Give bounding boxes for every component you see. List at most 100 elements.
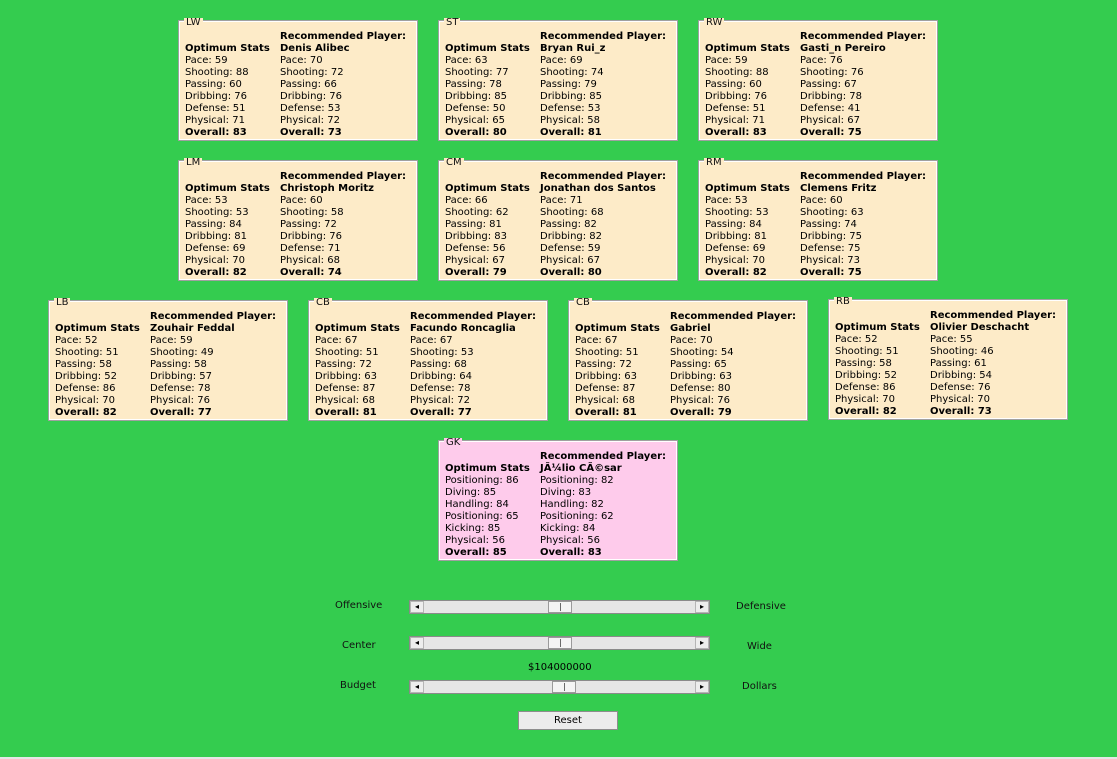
recommended-player-name: Bryan Rui_z — [540, 43, 606, 54]
recommended-stat: Defense: 53 — [280, 103, 341, 114]
optimum-stats-column: Optimum Stats Pace: 52 Shooting: 51 Passing… — [55, 323, 140, 419]
recommended-stat: Defense: 71 — [280, 243, 341, 254]
recommended-player-column: Recommended Player: Gabriel Pace: 70 Shooti… — [670, 311, 796, 419]
recommended-player-heading: Recommended Player: — [280, 171, 407, 182]
optimum-stats-heading: Optimum Stats — [445, 43, 530, 54]
optimum-stat: Defense: 86 — [835, 382, 896, 393]
optimum-stats-column: Optimum Stats Pace: 63 Shooting: 77 Passing… — [445, 43, 530, 139]
optimum-stat: Physical: 71 — [705, 115, 765, 126]
slider-left-arrow-icon[interactable]: ◂ — [410, 637, 424, 649]
recommended-stat: Passing: 58 — [150, 359, 207, 370]
optimum-stat: Shooting: 53 — [705, 207, 769, 218]
optimum-stat: Shooting: 88 — [705, 67, 769, 78]
position-label: RW — [704, 17, 725, 28]
optimum-stat: Shooting: 51 — [575, 347, 639, 358]
recommended-stat: Shooting: 46 — [930, 346, 994, 357]
position-label: LB — [54, 297, 71, 308]
recommended-stat: Defense: 78 — [410, 383, 471, 394]
center-wide-slider[interactable]: ◂ ▸ — [409, 636, 710, 650]
optimum-stat: Passing: 84 — [185, 219, 242, 230]
panel-cb-left: CB Optimum Stats Pace: 67 Shooting: 51 Passi… — [308, 297, 548, 421]
position-label: CB — [314, 297, 332, 308]
optimum-stat: Passing: 78 — [445, 79, 502, 90]
recommended-stat: Shooting: 72 — [280, 67, 344, 78]
recommended-player-column: Recommended Player: Facundo Roncaglia Pace… — [410, 311, 536, 419]
optimum-stat: Physical: 67 — [445, 255, 505, 266]
recommended-stat: Passing: 72 — [280, 219, 337, 230]
optimum-stat: Kicking: 85 — [445, 523, 501, 534]
recommended-stat: Physical: 58 — [540, 115, 600, 126]
optimum-stats-column: Optimum Stats Pace: 59 Shooting: 88 Passing… — [185, 43, 270, 139]
optimum-stat: Positioning: 86 — [445, 475, 519, 486]
recommended-stat: Dribbing: 76 — [280, 231, 343, 242]
slider-left-arrow-icon[interactable]: ◂ — [410, 601, 424, 613]
optimum-overall: Overall: 82 — [835, 406, 897, 417]
optimum-stat: Physical: 70 — [835, 394, 895, 405]
panel-rb: RB Optimum Stats Pace: 52 Shooting: 51 Passi… — [828, 296, 1068, 420]
recommended-stat: Dribbing: 64 — [410, 371, 473, 382]
optimum-stat: Shooting: 51 — [55, 347, 119, 358]
recommended-player-column: Recommended Player: JÃ¼lio CÃ©sar Position… — [540, 451, 666, 559]
optimum-overall: Overall: 82 — [705, 267, 767, 278]
recommended-stat: Dribbing: 54 — [930, 370, 993, 381]
recommended-stat: Shooting: 68 — [540, 207, 604, 218]
recommended-player-name: JÃ¼lio CÃ©sar — [540, 463, 622, 474]
recommended-player-heading: Recommended Player: — [800, 31, 927, 42]
optimum-overall: Overall: 80 — [445, 127, 507, 138]
slider-thumb[interactable] — [548, 601, 572, 613]
recommended-stat: Physical: 76 — [670, 395, 730, 406]
optimum-stat: Pace: 52 — [835, 334, 878, 345]
panel-st: ST Optimum Stats Pace: 63 Shooting: 77 Passi… — [438, 17, 678, 141]
slider-right-arrow-icon[interactable]: ▸ — [695, 681, 709, 693]
recommended-stat: Defense: 53 — [540, 103, 601, 114]
recommended-stat: Physical: 70 — [930, 394, 990, 405]
recommended-stat: Defense: 41 — [800, 103, 861, 114]
optimum-stats-heading: Optimum Stats — [575, 323, 660, 334]
recommended-stat: Passing: 82 — [540, 219, 597, 230]
recommended-stat: Pace: 70 — [670, 335, 713, 346]
optimum-stat: Shooting: 51 — [835, 346, 899, 357]
recommended-stat: Dribbing: 85 — [540, 91, 603, 102]
optimum-overall: Overall: 81 — [575, 407, 637, 418]
slider-right-arrow-icon[interactable]: ▸ — [695, 637, 709, 649]
position-label: RM — [704, 157, 724, 168]
recommended-stat: Passing: 65 — [670, 359, 727, 370]
recommended-stat: Passing: 66 — [280, 79, 337, 90]
optimum-stat: Physical: 71 — [185, 115, 245, 126]
optimum-stat: Passing: 84 — [705, 219, 762, 230]
recommended-player-name: Zouhair Feddal — [150, 323, 235, 334]
optimum-stat: Dribbing: 81 — [185, 231, 248, 242]
optimum-stat: Handling: 84 — [445, 499, 509, 510]
recommended-overall: Overall: 77 — [410, 407, 472, 418]
optimum-stats-column: Optimum Stats Positioning: 86 Diving: 85 Ha… — [445, 463, 530, 559]
dollars-label: Dollars — [742, 681, 777, 692]
recommended-stat: Physical: 72 — [280, 115, 340, 126]
slider-thumb[interactable] — [548, 637, 572, 649]
position-label: ST — [444, 17, 461, 28]
recommended-stat: Shooting: 54 — [670, 347, 734, 358]
optimum-stat: Pace: 59 — [705, 55, 748, 66]
slider-thumb[interactable] — [552, 681, 576, 693]
recommended-player-name: Facundo Roncaglia — [410, 323, 516, 334]
optimum-stat: Defense: 51 — [705, 103, 766, 114]
optimum-stat: Defense: 87 — [315, 383, 376, 394]
budget-slider[interactable]: ◂ ▸ — [409, 680, 710, 694]
optimum-stat: Defense: 50 — [445, 103, 506, 114]
budget-label: Budget — [340, 680, 376, 691]
optimum-stat: Pace: 53 — [705, 195, 748, 206]
slider-left-arrow-icon[interactable]: ◂ — [410, 681, 424, 693]
optimum-stat: Passing: 58 — [55, 359, 112, 370]
offensive-defensive-slider[interactable]: ◂ ▸ — [409, 600, 710, 614]
optimum-stat: Defense: 86 — [55, 383, 116, 394]
recommended-player-name: Clemens Fritz — [800, 183, 877, 194]
slider-right-arrow-icon[interactable]: ▸ — [695, 601, 709, 613]
optimum-stats-heading: Optimum Stats — [835, 322, 920, 333]
recommended-player-column: Recommended Player: Clemens Fritz Pace: 60… — [800, 171, 926, 279]
optimum-stat: Pace: 63 — [445, 55, 488, 66]
recommended-stat: Positioning: 82 — [540, 475, 614, 486]
recommended-player-column: Recommended Player: Christoph Moritz Pace:… — [280, 171, 406, 279]
optimum-stat: Pace: 67 — [575, 335, 618, 346]
position-label: CB — [574, 297, 592, 308]
position-label: RB — [834, 296, 852, 307]
reset-button[interactable]: Reset — [518, 711, 618, 730]
